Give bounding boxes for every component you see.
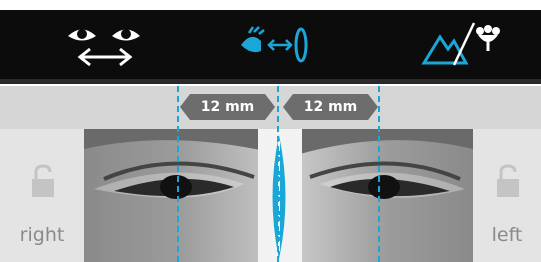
toolbar-top-edge	[0, 0, 541, 10]
right-measurement-badge: 12 mm	[283, 94, 378, 120]
unlock-icon[interactable]	[495, 163, 521, 199]
right-side-panel: right	[0, 129, 84, 262]
right-measurement-value: 12 mm	[303, 99, 358, 115]
unlock-icon[interactable]	[30, 163, 56, 199]
left-measurement-value: 12 mm	[200, 99, 255, 115]
landscape-near-far-icon	[421, 22, 500, 66]
eye-distance-button[interactable]	[55, 18, 155, 68]
lens-icon[interactable]	[266, 135, 292, 259]
eye-lens-distance-button[interactable]	[228, 18, 318, 68]
center-guide[interactable]	[277, 86, 279, 262]
right-eye-photo	[84, 129, 278, 262]
near-far-button[interactable]	[415, 18, 505, 68]
toolbar	[0, 0, 541, 84]
right-side-label: right	[19, 224, 65, 246]
left-side-panel: left	[473, 129, 541, 262]
right-eye-image	[84, 129, 278, 262]
left-eye-photo	[300, 129, 473, 262]
left-pupil-guide[interactable]	[378, 86, 380, 262]
left-eye-image	[300, 129, 473, 262]
eye-distance-icon	[68, 29, 140, 67]
left-measurement-badge: 12 mm	[180, 94, 275, 120]
right-pupil-guide[interactable]	[177, 86, 179, 262]
left-side-label: left	[491, 224, 523, 246]
eye-to-lens-distance-icon	[241, 26, 308, 63]
toolbar-separator	[0, 79, 541, 84]
